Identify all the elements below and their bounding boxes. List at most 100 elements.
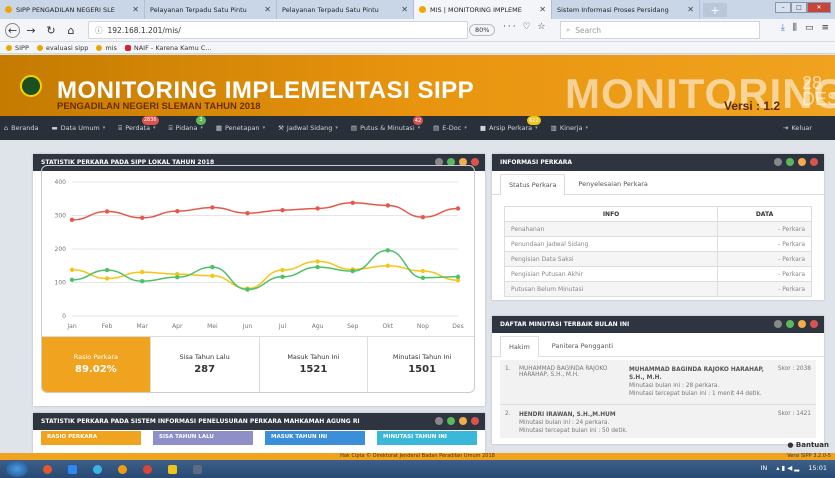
taskbar-app-icon[interactable] — [161, 462, 183, 477]
menu-item-arsip-perkara[interactable]: ■ Arsip Perkara ▾ 622 — [480, 116, 541, 132]
tab-panitera-pengganti[interactable]: Panitera Pengganti — [543, 335, 622, 356]
bookmark-item[interactable]: NAIF - Karena Kamu C... — [124, 44, 212, 52]
new-tab-button[interactable]: + — [703, 3, 727, 17]
collapse-icon[interactable] — [798, 158, 806, 166]
close-icon[interactable] — [471, 158, 479, 166]
help-icon[interactable] — [774, 320, 782, 328]
detail-name: HENDRI IRAWAN, S.H.,M.HUM — [519, 412, 616, 418]
page-actions-icon[interactable]: ··· ♡ ☆ — [503, 22, 547, 32]
browser-tab[interactable]: Pelayanan Terpadu Satu Pintu ✕ — [277, 0, 414, 19]
column-header: INFO — [503, 206, 719, 222]
close-tab-icon[interactable]: ✕ — [401, 5, 408, 14]
row-score: Skor : 2038 — [777, 366, 811, 372]
taskbar-app-icon[interactable] — [36, 462, 58, 477]
download-icon[interactable]: ⤓ — [781, 23, 785, 33]
zoom-indicator[interactable]: 80% — [469, 24, 496, 36]
tab-hakim[interactable]: Hakim — [500, 336, 539, 357]
taskbar-app-icon[interactable] — [136, 462, 158, 477]
menu-item-penetapan[interactable]: ▦ Penetapan ▾ — [216, 124, 265, 132]
row-info: Penundaan Jadwal Sidang — [503, 236, 719, 252]
close-window-button[interactable]: ✕ — [807, 2, 831, 13]
data-point — [280, 207, 285, 213]
logout-button[interactable]: ⇥ Keluar — [783, 124, 812, 132]
taskbar-app-icon[interactable] — [111, 462, 133, 477]
menu-item-pidana[interactable]: ⌸ Pidana ▾ 3 — [169, 115, 206, 133]
stat-sisa-tahun-lalu: Sisa Tahun Lalu 287 — [151, 337, 260, 392]
start-button[interactable] — [6, 461, 28, 477]
browser-tab[interactable]: SIPP PENGADILAN NEGERI SLE ✕ — [0, 0, 145, 19]
menu-item-data-umum[interactable]: ▬ Data Umum ▾ — [51, 124, 105, 132]
refresh-icon[interactable] — [786, 320, 794, 328]
row-number: 2. — [505, 411, 511, 417]
ma-stat-box: RASIO PERKARA — [41, 431, 141, 445]
collapse-icon[interactable] — [459, 417, 467, 425]
browser-tab-active[interactable]: MIS | MONITORING IMPLEME ✕ — [414, 0, 552, 19]
bookmark-item[interactable]: evaluasi sipp — [36, 43, 89, 52]
table-row: Pengisian Putusan Akhir - Perkara — [503, 266, 812, 282]
row-number: 1. — [505, 366, 511, 372]
url-bar[interactable]: ⓘ 192.168.1.201/mis/ — [88, 21, 468, 39]
minutasi-panel: DAFTAR MINUTASI TERBAIK BULAN INI Hakim … — [492, 316, 824, 444]
tab-penyelesaian-perkara[interactable]: Penyelesaian Perkara — [569, 173, 656, 194]
close-tab-icon[interactable]: ✕ — [132, 5, 139, 14]
data-point — [245, 287, 250, 292]
help-icon[interactable] — [774, 158, 782, 166]
chart-area: 0 100 200 300 400 Jan Feb Mar Apr Mei Jun Jul Agu Sep… — [41, 165, 475, 393]
browser-tab[interactable]: Sistem Informasi Proses Persidang ✕ — [552, 0, 700, 19]
home-icon[interactable]: ⌂ — [62, 21, 80, 39]
menu-item-edoc[interactable]: ▤ E-Doc ▾ — [433, 124, 467, 132]
info-icon[interactable]: ⓘ — [95, 25, 103, 36]
folder-icon: ▬ — [51, 124, 58, 132]
browser-nav-bar: ← → ↻ ⌂ ⓘ 192.168.1.201/mis/ 80% ··· ♡ ☆… — [0, 19, 835, 42]
y-tick-label: 200 — [55, 246, 67, 253]
refresh-icon[interactable] — [447, 417, 455, 425]
taskbar-app-icon[interactable] — [61, 462, 83, 477]
bookmark-label: evaluasi sipp — [45, 43, 89, 52]
taskbar-app-icon[interactable] — [186, 462, 208, 477]
close-icon[interactable] — [471, 417, 479, 425]
x-tick-label: Mei — [207, 323, 218, 330]
menu-item-jadwal-sidang[interactable]: ⚒ Jadwal Sidang ▾ — [278, 124, 338, 132]
help-button[interactable]: ● Bantuan — [787, 441, 829, 449]
detail-name: MUHAMMAD BAGINDA RAJOKO HARAHAP, S.H., M… — [629, 367, 764, 381]
data-point — [139, 278, 145, 284]
close-tab-icon[interactable]: ✕ — [264, 5, 271, 14]
sidebar-icon[interactable]: ▭ — [805, 23, 814, 33]
menu-item-putus-minutasi[interactable]: ▤ Putus & Minutasi ▾ 42 — [351, 116, 424, 132]
search-input[interactable]: ⌕ Search — [560, 21, 760, 39]
tab-status-perkara[interactable]: Status Perkara — [500, 174, 566, 195]
reload-icon[interactable]: ↻ — [42, 21, 60, 39]
collapse-icon[interactable] — [798, 320, 806, 328]
series-line — [71, 260, 459, 290]
maximize-button[interactable]: □ — [791, 2, 807, 13]
line-chart: 0 100 200 300 400 Jan Feb Mar Apr Mei Jun Jul Agu Sep… — [55, 179, 464, 330]
clock[interactable]: 15:01 — [808, 464, 827, 472]
menu-label: Kinerja — [559, 124, 583, 132]
menu-item-beranda[interactable]: ⌂ Beranda — [4, 124, 38, 132]
close-icon[interactable] — [810, 320, 818, 328]
refresh-icon[interactable] — [786, 158, 794, 166]
menu-item-perdata[interactable]: ⌸ Perdata ▾ 2836 — [118, 115, 159, 133]
close-tab-icon[interactable]: ✕ — [687, 5, 694, 14]
data-point — [69, 217, 75, 223]
help-icon[interactable] — [435, 417, 443, 425]
library-icon[interactable]: ⫼ — [793, 23, 797, 33]
forward-icon[interactable]: → — [22, 21, 40, 39]
close-icon[interactable] — [810, 158, 818, 166]
back-icon[interactable]: ← — [5, 22, 20, 38]
bookmark-item[interactable]: SIPP — [6, 44, 29, 52]
favicon-icon — [419, 6, 426, 13]
taskbar-app-icon[interactable] — [86, 462, 108, 477]
close-tab-icon[interactable]: ✕ — [539, 5, 546, 14]
tray-icons[interactable]: ▴ ▮ ◀ ▂ — [776, 464, 799, 472]
browser-tab[interactable]: Pelayanan Terpadu Satu Pintu ✕ — [145, 0, 277, 19]
bookmark-item[interactable]: mis — [96, 44, 117, 52]
home-icon: ⌂ — [4, 124, 9, 132]
tab-title: SIPP PENGADILAN NEGERI SLE — [16, 5, 115, 14]
copyright-text: Hak Cipta © Direktorat Jenderal Badan Pe… — [340, 453, 495, 459]
menu-item-kinerja[interactable]: ▥ Kinerja ▾ — [551, 124, 588, 132]
minimize-button[interactable]: – — [775, 2, 791, 13]
tab-title: Pelayanan Terpadu Satu Pintu — [282, 5, 379, 14]
menu-icon[interactable]: ≡ — [821, 23, 829, 33]
language-indicator[interactable]: IN — [760, 464, 767, 472]
